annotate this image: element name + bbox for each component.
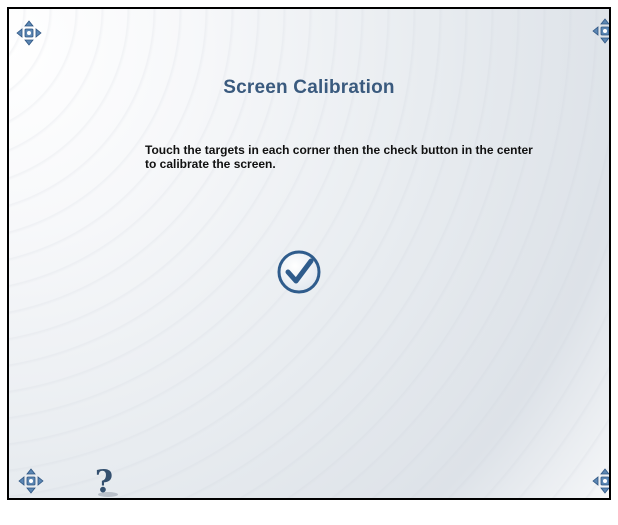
bottom-right-target-icon[interactable] bbox=[592, 468, 611, 494]
bottom-left-target-icon[interactable] bbox=[18, 468, 44, 494]
instructions-text: Touch the targets in each corner then th… bbox=[145, 143, 533, 171]
page-title: Screen Calibration bbox=[223, 77, 395, 98]
top-left-target-icon[interactable] bbox=[16, 20, 42, 46]
help-button[interactable]: ? bbox=[93, 465, 115, 498]
check-button[interactable] bbox=[276, 249, 322, 295]
top-right-target-icon[interactable] bbox=[592, 18, 611, 44]
calibration-screen: Screen Calibration Touch the targets in … bbox=[7, 7, 611, 500]
